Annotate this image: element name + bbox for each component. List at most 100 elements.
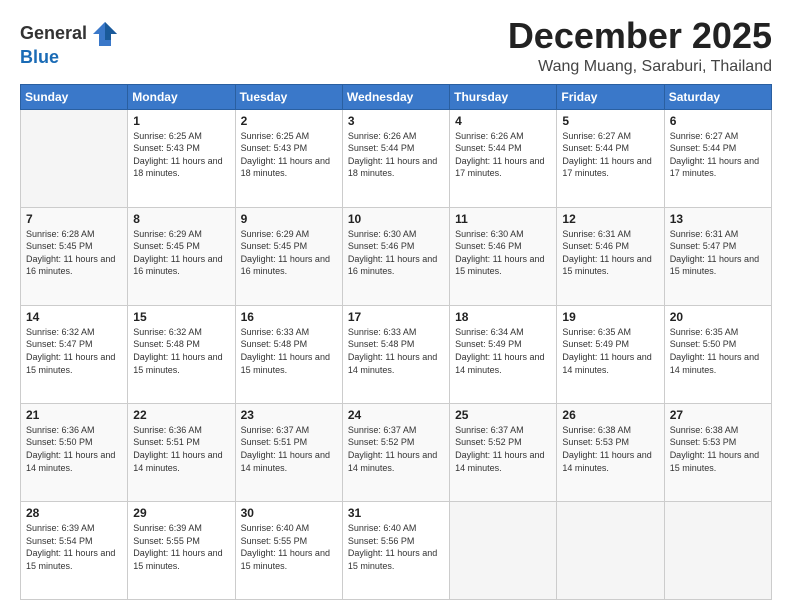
cell-info: Sunrise: 6:33 AM Sunset: 5:48 PM Dayligh… bbox=[241, 326, 337, 376]
calendar-page: General Blue December 2025 Wang Muang, S… bbox=[0, 0, 792, 612]
calendar-cell: 2 Sunrise: 6:25 AM Sunset: 5:43 PM Daylig… bbox=[235, 109, 342, 207]
calendar-cell: 1 Sunrise: 6:25 AM Sunset: 5:43 PM Daylig… bbox=[128, 109, 235, 207]
calendar-cell: 21 Sunrise: 6:36 AM Sunset: 5:50 PM Dayli… bbox=[21, 403, 128, 501]
logo-icon bbox=[91, 20, 119, 48]
calendar-cell: 22Sunrise: 6:36 AM Sunset: 5:51 PM Dayli… bbox=[128, 403, 235, 501]
calendar-cell bbox=[664, 501, 771, 599]
cell-info: Sunrise: 6:40 AM Sunset: 5:55 PM Dayligh… bbox=[241, 522, 337, 572]
day-number: 20 bbox=[670, 310, 766, 324]
calendar-cell: 8Sunrise: 6:29 AM Sunset: 5:45 PM Daylig… bbox=[128, 207, 235, 305]
calendar-cell: 20 Sunrise: 6:35 AM Sunset: 5:50 PM Dayli… bbox=[664, 305, 771, 403]
cell-info: Sunrise: 6:34 AM Sunset: 5:49 PM Dayligh… bbox=[455, 326, 551, 376]
cell-info: Sunrise: 6:30 AM Sunset: 5:46 PM Dayligh… bbox=[455, 228, 551, 278]
cell-info: Sunrise: 6:37 AM Sunset: 5:51 PM Dayligh… bbox=[241, 424, 337, 474]
cell-info: Sunrise: 6:37 AM Sunset: 5:52 PM Dayligh… bbox=[348, 424, 444, 474]
calendar-cell bbox=[557, 501, 664, 599]
calendar-cell: 31 Sunrise: 6:40 AM Sunset: 5:56 PM Dayli… bbox=[342, 501, 449, 599]
calendar-title: December 2025 bbox=[508, 16, 772, 56]
calendar-cell: 10 Sunrise: 6:30 AM Sunset: 5:46 PM Dayli… bbox=[342, 207, 449, 305]
calendar-cell: 6 Sunrise: 6:27 AM Sunset: 5:44 PM Daylig… bbox=[664, 109, 771, 207]
day-number: 19 bbox=[562, 310, 658, 324]
calendar-cell: 23 Sunrise: 6:37 AM Sunset: 5:51 PM Dayli… bbox=[235, 403, 342, 501]
day-number: 2 bbox=[241, 114, 337, 128]
cell-info: Sunrise: 6:39 AM Sunset: 5:55 PM Dayligh… bbox=[133, 522, 229, 572]
day-number: 14 bbox=[26, 310, 122, 324]
day-number: 21 bbox=[26, 408, 122, 422]
calendar-cell: 12 Sunrise: 6:31 AM Sunset: 5:46 PM Dayli… bbox=[557, 207, 664, 305]
day-number: 31 bbox=[348, 506, 444, 520]
cell-info: Sunrise: 6:27 AM Sunset: 5:44 PM Dayligh… bbox=[670, 130, 766, 180]
calendar-cell: 27 Sunrise: 6:38 AM Sunset: 5:53 PM Dayli… bbox=[664, 403, 771, 501]
day-number: 30 bbox=[241, 506, 337, 520]
calendar-week-row: 21 Sunrise: 6:36 AM Sunset: 5:50 PM Dayli… bbox=[21, 403, 772, 501]
day-number: 17 bbox=[348, 310, 444, 324]
cell-info: Sunrise: 6:35 AM Sunset: 5:50 PM Dayligh… bbox=[670, 326, 766, 376]
header-monday: Monday bbox=[128, 84, 235, 109]
day-number: 1 bbox=[133, 114, 229, 128]
cell-info: Sunrise: 6:36 AM Sunset: 5:51 PM Dayligh… bbox=[133, 424, 229, 474]
day-number: 12 bbox=[562, 212, 658, 226]
calendar-week-row: 1 Sunrise: 6:25 AM Sunset: 5:43 PM Daylig… bbox=[21, 109, 772, 207]
calendar-cell: 18Sunrise: 6:34 AM Sunset: 5:49 PM Dayli… bbox=[450, 305, 557, 403]
cell-info: Sunrise: 6:30 AM Sunset: 5:46 PM Dayligh… bbox=[348, 228, 444, 278]
header-tuesday: Tuesday bbox=[235, 84, 342, 109]
calendar-cell: 26Sunrise: 6:38 AM Sunset: 5:53 PM Dayli… bbox=[557, 403, 664, 501]
calendar-week-row: 7 Sunrise: 6:28 AM Sunset: 5:45 PM Daylig… bbox=[21, 207, 772, 305]
day-number: 28 bbox=[26, 506, 122, 520]
header-sunday: Sunday bbox=[21, 84, 128, 109]
cell-info: Sunrise: 6:28 AM Sunset: 5:45 PM Dayligh… bbox=[26, 228, 122, 278]
cell-info: Sunrise: 6:38 AM Sunset: 5:53 PM Dayligh… bbox=[670, 424, 766, 474]
header-wednesday: Wednesday bbox=[342, 84, 449, 109]
calendar-cell: 28 Sunrise: 6:39 AM Sunset: 5:54 PM Dayli… bbox=[21, 501, 128, 599]
day-number: 10 bbox=[348, 212, 444, 226]
day-number: 27 bbox=[670, 408, 766, 422]
calendar-table: Sunday Monday Tuesday Wednesday Thursday… bbox=[20, 84, 772, 600]
calendar-cell: 11Sunrise: 6:30 AM Sunset: 5:46 PM Dayli… bbox=[450, 207, 557, 305]
calendar-cell: 5 Sunrise: 6:27 AM Sunset: 5:44 PM Daylig… bbox=[557, 109, 664, 207]
day-number: 24 bbox=[348, 408, 444, 422]
calendar-cell: 29 Sunrise: 6:39 AM Sunset: 5:55 PM Dayli… bbox=[128, 501, 235, 599]
calendar-cell bbox=[450, 501, 557, 599]
day-number: 8 bbox=[133, 212, 229, 226]
calendar-cell: 7 Sunrise: 6:28 AM Sunset: 5:45 PM Daylig… bbox=[21, 207, 128, 305]
cell-info: Sunrise: 6:31 AM Sunset: 5:46 PM Dayligh… bbox=[562, 228, 658, 278]
day-number: 15 bbox=[133, 310, 229, 324]
cell-info: Sunrise: 6:37 AM Sunset: 5:52 PM Dayligh… bbox=[455, 424, 551, 474]
header: General Blue December 2025 Wang Muang, S… bbox=[20, 16, 772, 76]
header-thursday: Thursday bbox=[450, 84, 557, 109]
day-number: 5 bbox=[562, 114, 658, 128]
calendar-subtitle: Wang Muang, Saraburi, Thailand bbox=[508, 58, 772, 76]
calendar-cell: 24 Sunrise: 6:37 AM Sunset: 5:52 PM Dayli… bbox=[342, 403, 449, 501]
cell-info: Sunrise: 6:27 AM Sunset: 5:44 PM Dayligh… bbox=[562, 130, 658, 180]
calendar-cell: 9Sunrise: 6:29 AM Sunset: 5:45 PM Daylig… bbox=[235, 207, 342, 305]
day-number: 3 bbox=[348, 114, 444, 128]
cell-info: Sunrise: 6:39 AM Sunset: 5:54 PM Dayligh… bbox=[26, 522, 122, 572]
calendar-week-row: 14 Sunrise: 6:32 AM Sunset: 5:47 PM Dayli… bbox=[21, 305, 772, 403]
cell-info: Sunrise: 6:31 AM Sunset: 5:47 PM Dayligh… bbox=[670, 228, 766, 278]
calendar-cell: 4 Sunrise: 6:26 AM Sunset: 5:44 PM Daylig… bbox=[450, 109, 557, 207]
cell-info: Sunrise: 6:25 AM Sunset: 5:43 PM Dayligh… bbox=[133, 130, 229, 180]
calendar-cell bbox=[21, 109, 128, 207]
day-number: 4 bbox=[455, 114, 551, 128]
logo-general-text: General bbox=[20, 24, 87, 44]
cell-info: Sunrise: 6:38 AM Sunset: 5:53 PM Dayligh… bbox=[562, 424, 658, 474]
day-number: 7 bbox=[26, 212, 122, 226]
cell-info: Sunrise: 6:25 AM Sunset: 5:43 PM Dayligh… bbox=[241, 130, 337, 180]
calendar-cell: 17 Sunrise: 6:33 AM Sunset: 5:48 PM Dayli… bbox=[342, 305, 449, 403]
day-number: 23 bbox=[241, 408, 337, 422]
calendar-cell: 14 Sunrise: 6:32 AM Sunset: 5:47 PM Dayli… bbox=[21, 305, 128, 403]
cell-info: Sunrise: 6:26 AM Sunset: 5:44 PM Dayligh… bbox=[348, 130, 444, 180]
calendar-cell: 25Sunrise: 6:37 AM Sunset: 5:52 PM Dayli… bbox=[450, 403, 557, 501]
cell-info: Sunrise: 6:36 AM Sunset: 5:50 PM Dayligh… bbox=[26, 424, 122, 474]
calendar-cell: 3 Sunrise: 6:26 AM Sunset: 5:44 PM Daylig… bbox=[342, 109, 449, 207]
day-number: 29 bbox=[133, 506, 229, 520]
cell-info: Sunrise: 6:26 AM Sunset: 5:44 PM Dayligh… bbox=[455, 130, 551, 180]
calendar-cell: 16Sunrise: 6:33 AM Sunset: 5:48 PM Dayli… bbox=[235, 305, 342, 403]
cell-info: Sunrise: 6:33 AM Sunset: 5:48 PM Dayligh… bbox=[348, 326, 444, 376]
weekday-header-row: Sunday Monday Tuesday Wednesday Thursday… bbox=[21, 84, 772, 109]
cell-info: Sunrise: 6:32 AM Sunset: 5:47 PM Dayligh… bbox=[26, 326, 122, 376]
cell-info: Sunrise: 6:40 AM Sunset: 5:56 PM Dayligh… bbox=[348, 522, 444, 572]
title-block: December 2025 Wang Muang, Saraburi, Thai… bbox=[508, 16, 772, 76]
day-number: 6 bbox=[670, 114, 766, 128]
logo-blue-text: Blue bbox=[20, 48, 119, 68]
